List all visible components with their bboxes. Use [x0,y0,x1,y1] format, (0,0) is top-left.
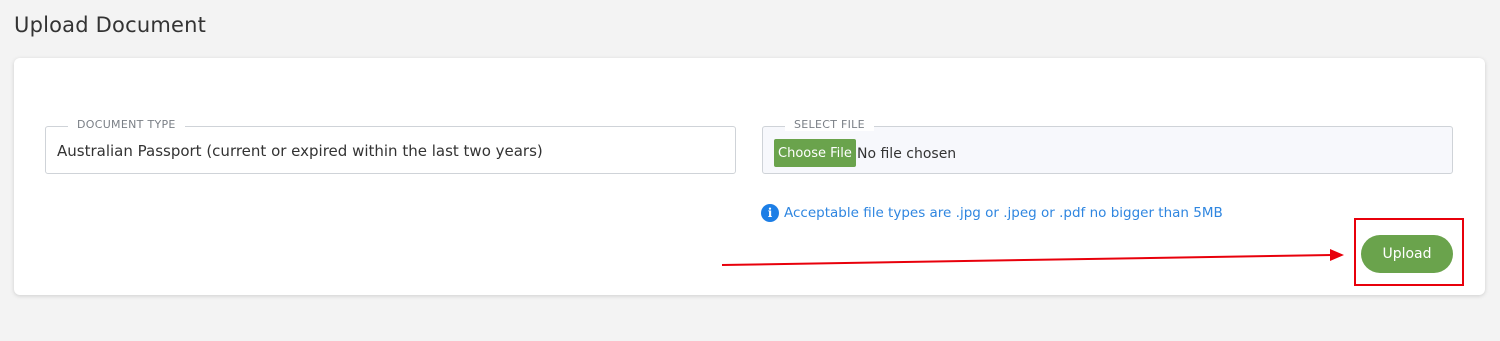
annotation-arrow-line [721,254,1333,266]
annotation-highlight-box [1354,218,1464,286]
annotation-arrow [721,249,1344,266]
annotation-arrow-head [1330,249,1344,261]
